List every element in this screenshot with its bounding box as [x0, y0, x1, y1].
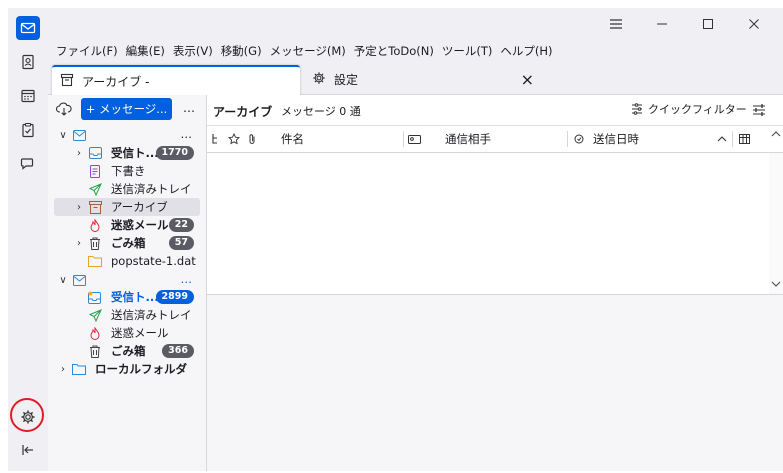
column-headers: 件名 通信相手 送信日時: [207, 126, 783, 153]
close-icon[interactable]: [731, 8, 777, 40]
folder-sent[interactable]: 送信済みトレイ: [48, 180, 206, 198]
star-column-icon[interactable]: [228, 126, 240, 152]
expand-icon[interactable]: ›: [74, 238, 84, 249]
minimize-icon[interactable]: [639, 8, 685, 40]
thread-pane-header: アーカイブ メッセージ 0 通 クイックフィルター: [207, 95, 783, 126]
sent-icon: [88, 308, 102, 322]
scroll-down-icon: [771, 281, 781, 287]
tab-bar: アーカイブ - 設定 ×: [48, 62, 783, 95]
menu-tools[interactable]: ツール(T): [438, 43, 497, 59]
thread-column-icon[interactable]: [211, 126, 223, 152]
archive-icon: [88, 200, 102, 214]
filter-icon: [632, 103, 642, 115]
unread-badge: 22: [168, 218, 194, 232]
menu-message[interactable]: メッセージ(M): [266, 43, 350, 59]
tab-archive[interactable]: アーカイブ -: [52, 65, 300, 95]
mail-account-icon: [72, 128, 86, 142]
expand-icon[interactable]: ›: [58, 364, 68, 375]
inbox-icon: [88, 146, 102, 160]
junk-icon: [88, 218, 102, 232]
folder-popstate[interactable]: popstate-1.dat: [48, 252, 206, 270]
column-date[interactable]: 送信日時: [593, 126, 639, 152]
folder-trash[interactable]: › ごみ箱 57: [48, 234, 206, 252]
message-count: メッセージ 0 通: [281, 105, 361, 118]
gear-icon: [312, 71, 326, 88]
folder-inbox[interactable]: › 受信ト... 1770: [48, 144, 206, 162]
message-preview-pane: [207, 295, 783, 471]
thread-list[interactable]: [207, 131, 783, 295]
menu-help[interactable]: ヘルプ(H): [496, 43, 556, 59]
archive-icon: [60, 73, 74, 90]
inbox-icon: [88, 290, 102, 304]
scrollbar[interactable]: [769, 131, 783, 294]
folder-inbox-2[interactable]: 受信ト... 2899: [48, 288, 206, 306]
title-bar: [48, 8, 783, 40]
display-options-icon[interactable]: [752, 103, 766, 120]
status-column-icon[interactable]: [573, 126, 585, 152]
attachment-column-icon[interactable]: [246, 126, 258, 152]
expand-icon[interactable]: ›: [74, 148, 84, 159]
correspondent-column-icon[interactable]: [408, 126, 421, 152]
column-picker-icon[interactable]: [739, 126, 751, 152]
folder-junk[interactable]: 迷惑メール 22: [48, 216, 206, 234]
trash-icon: [88, 236, 102, 250]
folder-archive-selected[interactable]: › アーカイブ: [54, 198, 200, 216]
scroll-up-icon: [771, 131, 781, 137]
column-subject[interactable]: 件名: [281, 126, 304, 152]
folder-trash-2[interactable]: ごみ箱 366: [48, 342, 206, 360]
folder-icon: [72, 362, 86, 376]
local-folders[interactable]: › ローカルフォルダ: [48, 360, 206, 378]
folder-icon: [88, 254, 102, 268]
tab-close-icon[interactable]: ×: [521, 70, 534, 89]
account-row-2[interactable]: ∨ …: [48, 271, 206, 289]
menu-bar: ファイル(F) 編集(E) 表示(V) 移動(G) メッセージ(M) 予定とTo…: [48, 40, 783, 62]
address-book-icon[interactable]: [16, 50, 40, 74]
tasks-icon[interactable]: [16, 118, 40, 142]
expand-icon[interactable]: ›: [74, 202, 84, 213]
unread-badge: 2899: [155, 290, 194, 304]
draft-icon: [88, 164, 102, 178]
tab-archive-label: アーカイブ -: [82, 74, 150, 89]
quick-filter-button[interactable]: クイックフィルター: [630, 101, 747, 117]
highlight-circle: [10, 398, 44, 432]
unread-badge: 57: [168, 236, 194, 250]
mail-space-icon[interactable]: [16, 16, 40, 40]
account-row-1[interactable]: ∨ …: [48, 126, 206, 144]
menu-events-tasks[interactable]: 予定とToDo(N): [350, 43, 438, 59]
junk-icon: [88, 326, 102, 340]
tab-settings-label: 設定: [334, 72, 359, 87]
folder-name-title: アーカイブ: [213, 105, 273, 119]
unread-badge: 1770: [155, 146, 194, 160]
unread-badge: 366: [162, 344, 194, 358]
get-messages-icon[interactable]: [56, 101, 72, 120]
maximize-icon[interactable]: [685, 8, 731, 40]
menu-go[interactable]: 移動(G): [217, 43, 266, 59]
mail-account-icon: [72, 273, 86, 287]
calendar-icon[interactable]: [16, 84, 40, 108]
folder-sent-2[interactable]: 送信済みトレイ: [48, 306, 206, 324]
folder-pane-menu-icon[interactable]: …: [183, 101, 195, 115]
menu-view[interactable]: 表示(V): [169, 43, 217, 59]
folder-pane: + メッセージ... … ∨ … › 受信ト... 1770 下書き 送信済みト…: [48, 95, 207, 471]
hamburger-icon[interactable]: [593, 8, 639, 40]
chat-icon[interactable]: [16, 152, 40, 176]
column-correspondent[interactable]: 通信相手: [445, 126, 491, 152]
menu-edit[interactable]: 編集(E): [122, 43, 169, 59]
collapse-spaces-icon[interactable]: [16, 438, 40, 462]
folder-drafts[interactable]: 下書き: [48, 162, 206, 180]
tab-settings[interactable]: 設定 ×: [304, 65, 552, 93]
account-menu-icon[interactable]: …: [181, 127, 193, 141]
folder-junk-2[interactable]: 迷惑メール: [48, 324, 206, 342]
sent-icon: [88, 182, 102, 196]
trash-icon: [88, 344, 102, 358]
menu-file[interactable]: ファイル(F): [52, 43, 122, 59]
account-menu-icon[interactable]: …: [181, 272, 193, 286]
new-message-button[interactable]: + メッセージ...: [81, 98, 172, 120]
sort-ascending-icon[interactable]: [716, 126, 728, 152]
